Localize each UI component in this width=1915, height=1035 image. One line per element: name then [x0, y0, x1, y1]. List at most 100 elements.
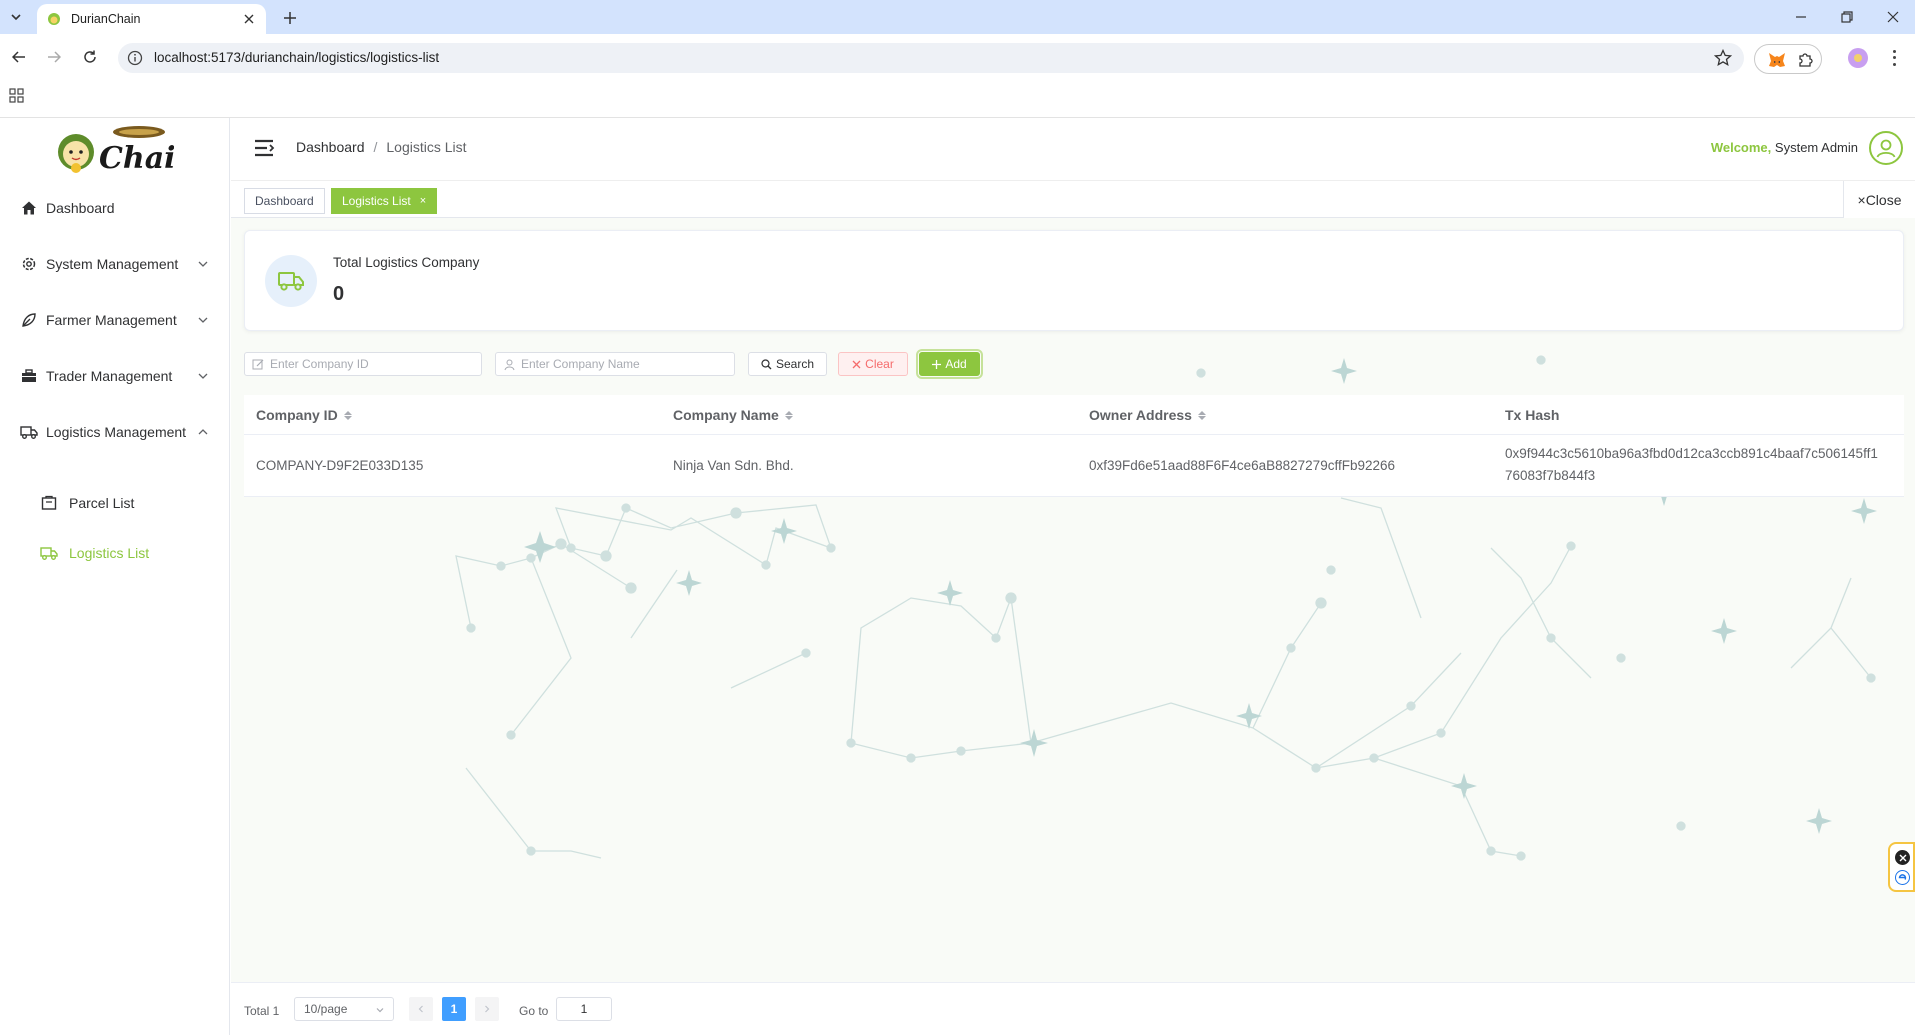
- close-tags-button[interactable]: × Close: [1843, 181, 1915, 218]
- sidebar-item-dashboard[interactable]: Dashboard: [0, 180, 229, 236]
- stat-label: Total Logistics Company: [333, 255, 480, 270]
- pagination: Total 1 10/page 1 Go to 1: [231, 982, 1915, 1035]
- goto-page-input[interactable]: 1: [556, 997, 612, 1021]
- chevron-right-icon: [485, 1005, 490, 1013]
- close-tags-label: Close: [1865, 191, 1902, 208]
- truck-icon: [20, 423, 38, 441]
- search-button[interactable]: Search: [748, 352, 827, 376]
- chevron-down-icon: [198, 261, 208, 267]
- clear-button-label: Clear: [865, 357, 894, 371]
- close-icon: [852, 360, 861, 368]
- profile-avatar-icon[interactable]: [1848, 48, 1868, 68]
- metamask-extension-icon[interactable]: [1767, 50, 1787, 70]
- tag-label: Logistics List: [342, 194, 411, 208]
- close-circle-icon[interactable]: [1895, 850, 1910, 865]
- sidebar-item-trader-management[interactable]: Trader Management: [0, 348, 229, 404]
- table-row[interactable]: COMPANY-D9F2E033D135 Ninja Van Sdn. Bhd.…: [244, 435, 1904, 497]
- reload-icon[interactable]: [78, 45, 102, 69]
- bookmark-star-icon[interactable]: [1714, 49, 1732, 67]
- add-button[interactable]: Add: [916, 349, 983, 379]
- browser-tabstrip: DurianChain: [0, 0, 1915, 34]
- sidebar-item-logistics-management[interactable]: Logistics Management: [0, 404, 229, 460]
- tag-close-icon[interactable]: ×: [420, 195, 426, 207]
- forward-icon[interactable]: [42, 45, 66, 69]
- extensions-puzzle-icon[interactable]: [1795, 50, 1815, 70]
- sidebar-item-farmer-management[interactable]: Farmer Management: [0, 292, 229, 348]
- sidebar-subitem-label: Logistics List: [69, 545, 150, 561]
- back-icon[interactable]: [7, 45, 31, 69]
- logistics-table: Company ID Company Name Owner Address Tx…: [244, 395, 1904, 497]
- column-header-tx-hash: Tx Hash: [1505, 407, 1559, 423]
- search-icon: [761, 358, 772, 369]
- company-name-field[interactable]: [495, 352, 735, 376]
- stat-value: 0: [333, 283, 345, 305]
- browser-toolbar: localhost:5173/durianchain/logistics/log…: [0, 34, 1915, 118]
- column-header-company-name[interactable]: Company Name: [673, 407, 793, 423]
- extensions-group: [1754, 44, 1822, 74]
- sort-caret-icon[interactable]: [1197, 410, 1206, 420]
- add-button-label: Add: [945, 357, 967, 371]
- extension-e-icon[interactable]: [1895, 870, 1910, 885]
- close-x-icon: ×: [1857, 191, 1866, 208]
- next-page-button[interactable]: [475, 997, 499, 1021]
- site-info-icon[interactable]: [127, 50, 143, 66]
- company-id-input[interactable]: [270, 353, 476, 375]
- company-name-input[interactable]: [521, 353, 729, 375]
- sidebar-subitem-parcel-list[interactable]: Parcel List: [0, 478, 229, 528]
- top-header: Dashboard / Logistics List Welcome, Syst…: [231, 118, 1915, 180]
- browser-menu-icon[interactable]: [1886, 48, 1902, 68]
- tab-title: DurianChain: [71, 12, 141, 26]
- column-header-owner-address[interactable]: Owner Address: [1089, 407, 1206, 423]
- minimize-icon[interactable]: [1790, 6, 1812, 28]
- column-header-label: Owner Address: [1089, 407, 1192, 423]
- sort-caret-icon[interactable]: [343, 410, 352, 420]
- sidebar-item-label: Logistics Management: [46, 424, 187, 440]
- floating-widget[interactable]: [1888, 842, 1915, 892]
- column-header-label: Tx Hash: [1505, 407, 1560, 423]
- sidebar-item-system-management[interactable]: System Management: [0, 236, 229, 292]
- page-size-select[interactable]: 10/page: [294, 997, 394, 1021]
- breadcrumb-current: Logistics List: [386, 139, 467, 155]
- address-bar[interactable]: localhost:5173/durianchain/logistics/log…: [118, 43, 1744, 73]
- restore-icon[interactable]: [1836, 6, 1858, 28]
- leaf-icon: [20, 311, 38, 329]
- url-text: localhost:5173/durianchain/logistics/log…: [154, 50, 440, 65]
- pagination-total: Total 1: [244, 1004, 280, 1018]
- breadcrumb-dashboard[interactable]: Dashboard: [296, 139, 365, 155]
- browser-tab[interactable]: DurianChain: [37, 4, 266, 34]
- home-icon: [20, 199, 38, 217]
- tags-view-bar: Dashboard Logistics List × × Close: [231, 180, 1915, 218]
- column-header-company-id[interactable]: Company ID: [256, 407, 352, 423]
- tag-logistics-list[interactable]: Logistics List ×: [331, 188, 438, 214]
- sidebar-item-label: Trader Management: [46, 368, 173, 384]
- window-close-icon[interactable]: [1882, 6, 1904, 28]
- tag-dashboard[interactable]: Dashboard: [244, 188, 325, 214]
- new-tab-icon[interactable]: [279, 7, 301, 29]
- tab-search-chevron-icon[interactable]: [4, 5, 28, 29]
- sort-caret-icon[interactable]: [784, 410, 793, 420]
- edit-icon: [252, 359, 264, 370]
- clear-button[interactable]: Clear: [838, 352, 908, 376]
- parcel-icon: [40, 494, 58, 512]
- breadcrumb-separator: /: [373, 139, 378, 155]
- tab-close-icon[interactable]: [240, 10, 258, 28]
- sidebar-item-label: System Management: [46, 256, 179, 272]
- cell-owner-address: 0xf39Fd6e51aad88F6F4ce6aB8827279cffFb922…: [1089, 458, 1395, 473]
- chevron-down-icon: [198, 373, 208, 379]
- goto-label: Go to: [519, 1004, 549, 1018]
- table-header: Company ID Company Name Owner Address Tx…: [244, 395, 1904, 435]
- chevron-left-icon: [418, 1005, 423, 1013]
- company-id-field[interactable]: [244, 352, 482, 376]
- total-logistics-card: Total Logistics Company 0: [244, 230, 1904, 331]
- page-number-button[interactable]: 1: [442, 997, 466, 1021]
- prev-page-button[interactable]: [409, 997, 433, 1021]
- cell-company-name: Ninja Van Sdn. Bhd.: [673, 458, 794, 473]
- user-avatar-icon[interactable]: [1869, 131, 1903, 165]
- chevron-up-icon: [198, 429, 208, 435]
- logo-text: Chain: [99, 141, 174, 176]
- durianchain-logo[interactable]: Chain: [54, 122, 197, 178]
- hamburger-menu-icon[interactable]: [253, 137, 275, 159]
- briefcase-icon: [20, 367, 38, 385]
- sidebar-subitem-logistics-list[interactable]: Logistics List: [0, 528, 229, 578]
- apps-grid-icon[interactable]: [9, 88, 25, 104]
